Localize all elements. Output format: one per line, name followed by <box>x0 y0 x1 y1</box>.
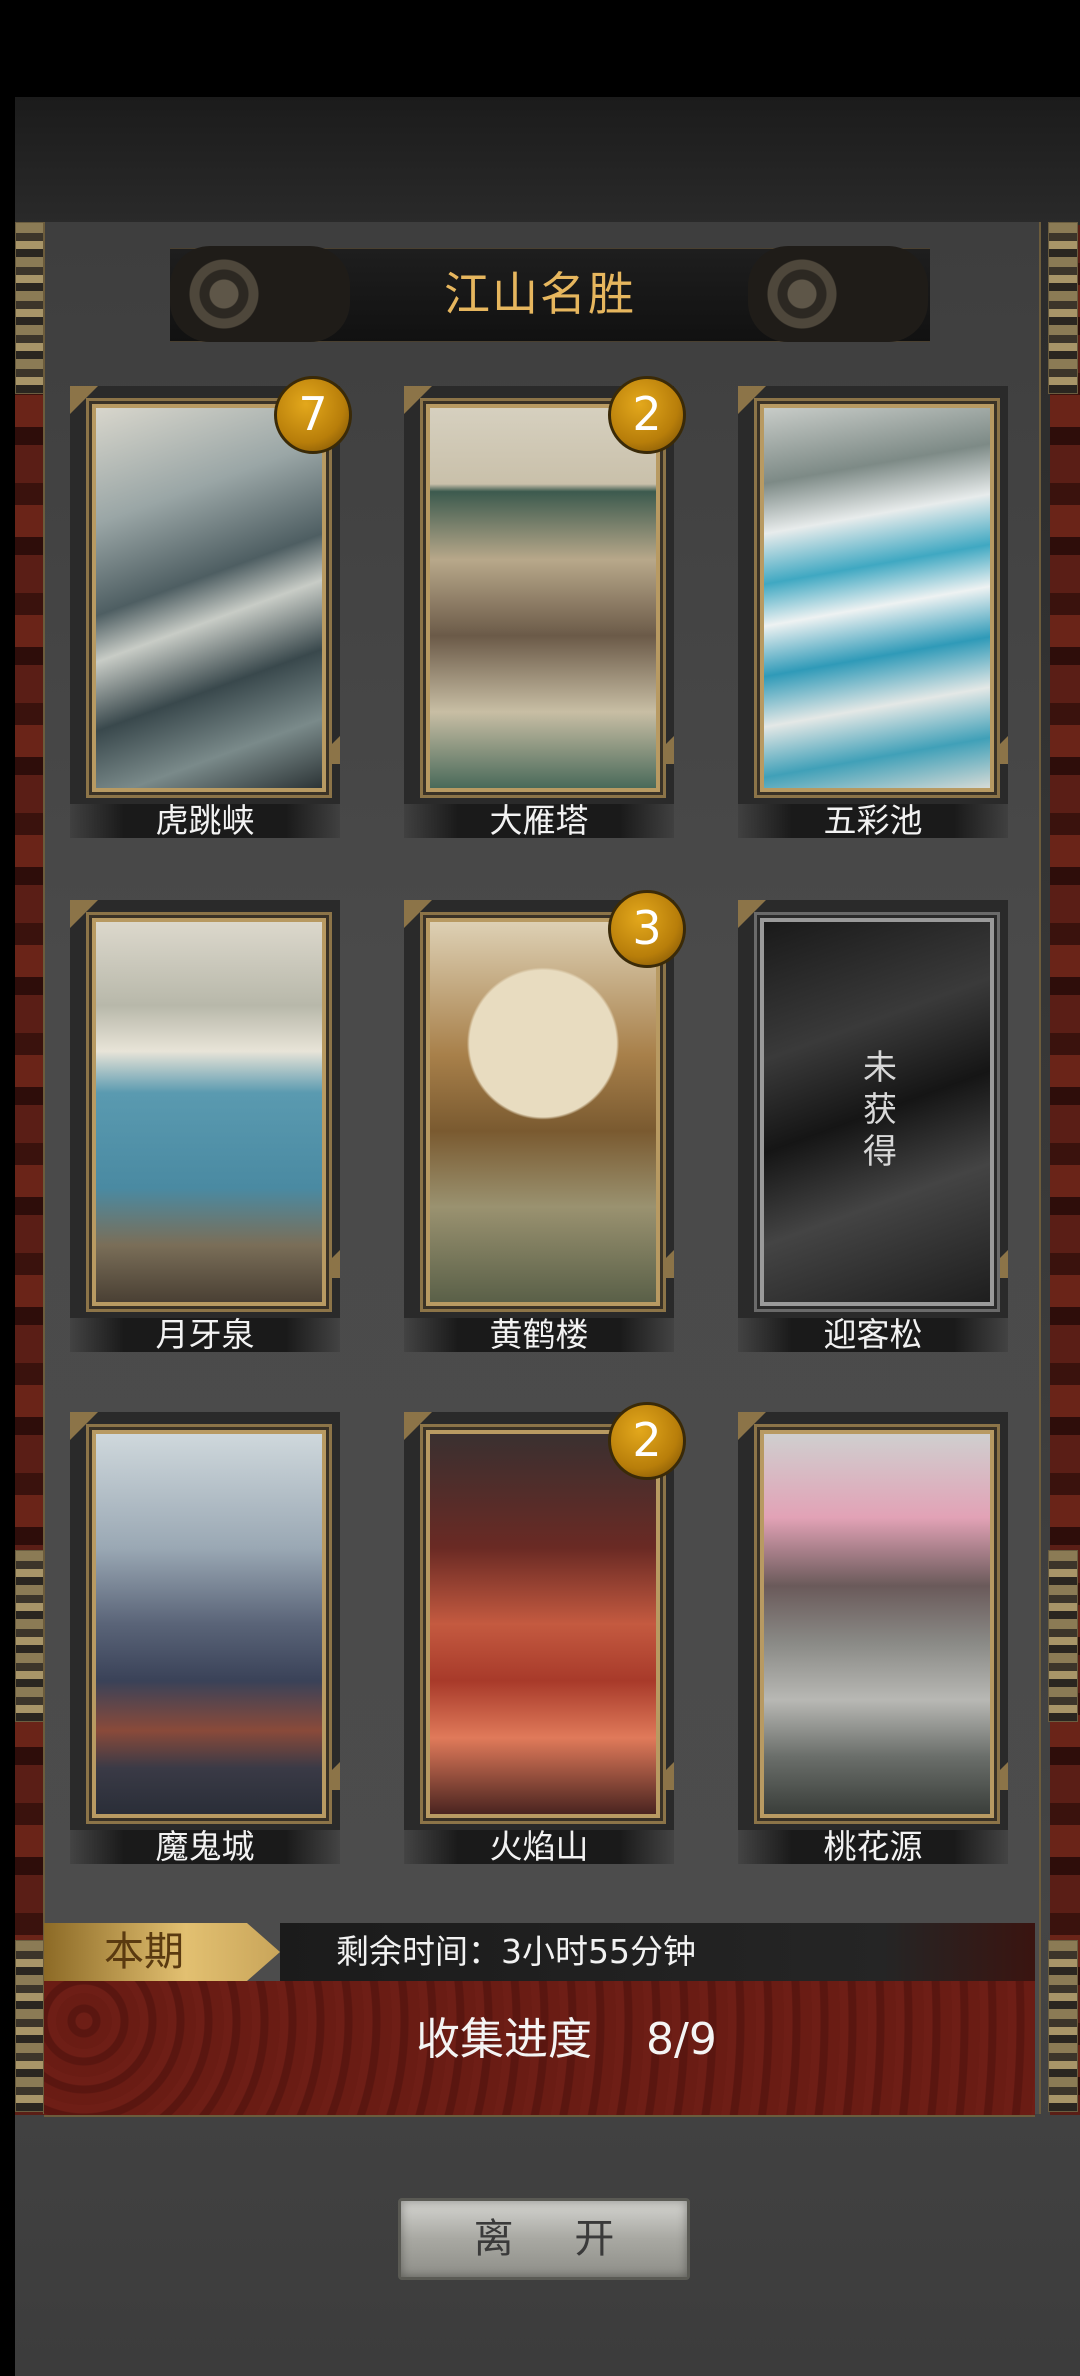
count-badge: 2 <box>608 376 686 454</box>
right-bottom-ornament <box>1048 1940 1078 2112</box>
yellow-crane-tower-art <box>430 922 656 1302</box>
card-image-frame <box>426 1430 660 1818</box>
count-badge: 3 <box>608 890 686 968</box>
devil-city-art <box>96 1434 322 1814</box>
card-name: 大雁塔 <box>404 804 674 838</box>
count-badge: 2 <box>608 1402 686 1480</box>
period-tag: 本期 <box>44 1923 280 1981</box>
card-item[interactable]: 火焰山 2 <box>404 1402 686 1870</box>
progress-label: 收集进度 <box>416 2014 592 2065</box>
progress-value: 8/9 <box>646 2014 717 2065</box>
card-name: 虎跳峡 <box>70 804 340 838</box>
card-image-frame <box>426 404 660 792</box>
count-badge: 7 <box>274 376 352 454</box>
card-image-frame <box>92 918 326 1306</box>
card-frame <box>738 386 1008 804</box>
locked-label: 未获得 <box>856 1049 897 1175</box>
remaining-time: 剩余时间：3小时55分钟 <box>336 1932 696 1971</box>
card-image-frame <box>92 404 326 792</box>
card-item[interactable]: 未获得迎客松 <box>738 900 1008 1358</box>
card-image-frame <box>760 404 994 792</box>
card-image-frame <box>426 918 660 1306</box>
card-image-frame <box>92 1430 326 1818</box>
card-item[interactable]: 大雁塔 2 <box>404 376 686 844</box>
card-item[interactable]: 五彩池 <box>738 386 1008 844</box>
card-item[interactable]: 魔鬼城 <box>70 1412 340 1870</box>
card-name: 月牙泉 <box>70 1318 340 1352</box>
card-item[interactable]: 桃花源 <box>738 1412 1008 1870</box>
right-mid-ornament <box>1048 1550 1078 1722</box>
card-image-frame: 未获得 <box>760 918 994 1306</box>
leave-button[interactable]: 离 开 <box>398 2198 690 2280</box>
card-name: 魔鬼城 <box>70 1830 340 1864</box>
card-frame: 未获得 <box>738 900 1008 1318</box>
flaming-mountains-art <box>430 1434 656 1814</box>
card-item[interactable]: 月牙泉 <box>70 900 340 1358</box>
card-frame <box>70 900 340 1318</box>
left-mid-ornament <box>15 1550 45 1722</box>
right-border-pattern <box>1050 225 1080 2115</box>
crescent-spring-art <box>96 922 322 1302</box>
five-color-pool-art <box>764 408 990 788</box>
page-title: 江山名胜 <box>444 267 636 321</box>
peach-blossom-land-art <box>764 1434 990 1814</box>
left-bottom-ornament <box>15 1940 45 2112</box>
card-image-frame <box>760 1430 994 1818</box>
card-frame <box>738 1412 1008 1830</box>
card-name: 桃花源 <box>738 1830 1008 1864</box>
left-border-pattern <box>15 225 45 2115</box>
card-item[interactable]: 黄鹤楼 3 <box>404 890 686 1358</box>
card-name: 火焰山 <box>404 1830 674 1864</box>
card-name: 迎客松 <box>738 1318 1008 1352</box>
card-name: 黄鹤楼 <box>404 1318 674 1352</box>
card-name: 五彩池 <box>738 804 1008 838</box>
card-item[interactable]: 虎跳峡 7 <box>70 376 352 844</box>
card-frame <box>70 1412 340 1830</box>
tiger-leaping-gorge-art <box>96 408 322 788</box>
giant-wild-goose-pagoda-art <box>430 408 656 788</box>
